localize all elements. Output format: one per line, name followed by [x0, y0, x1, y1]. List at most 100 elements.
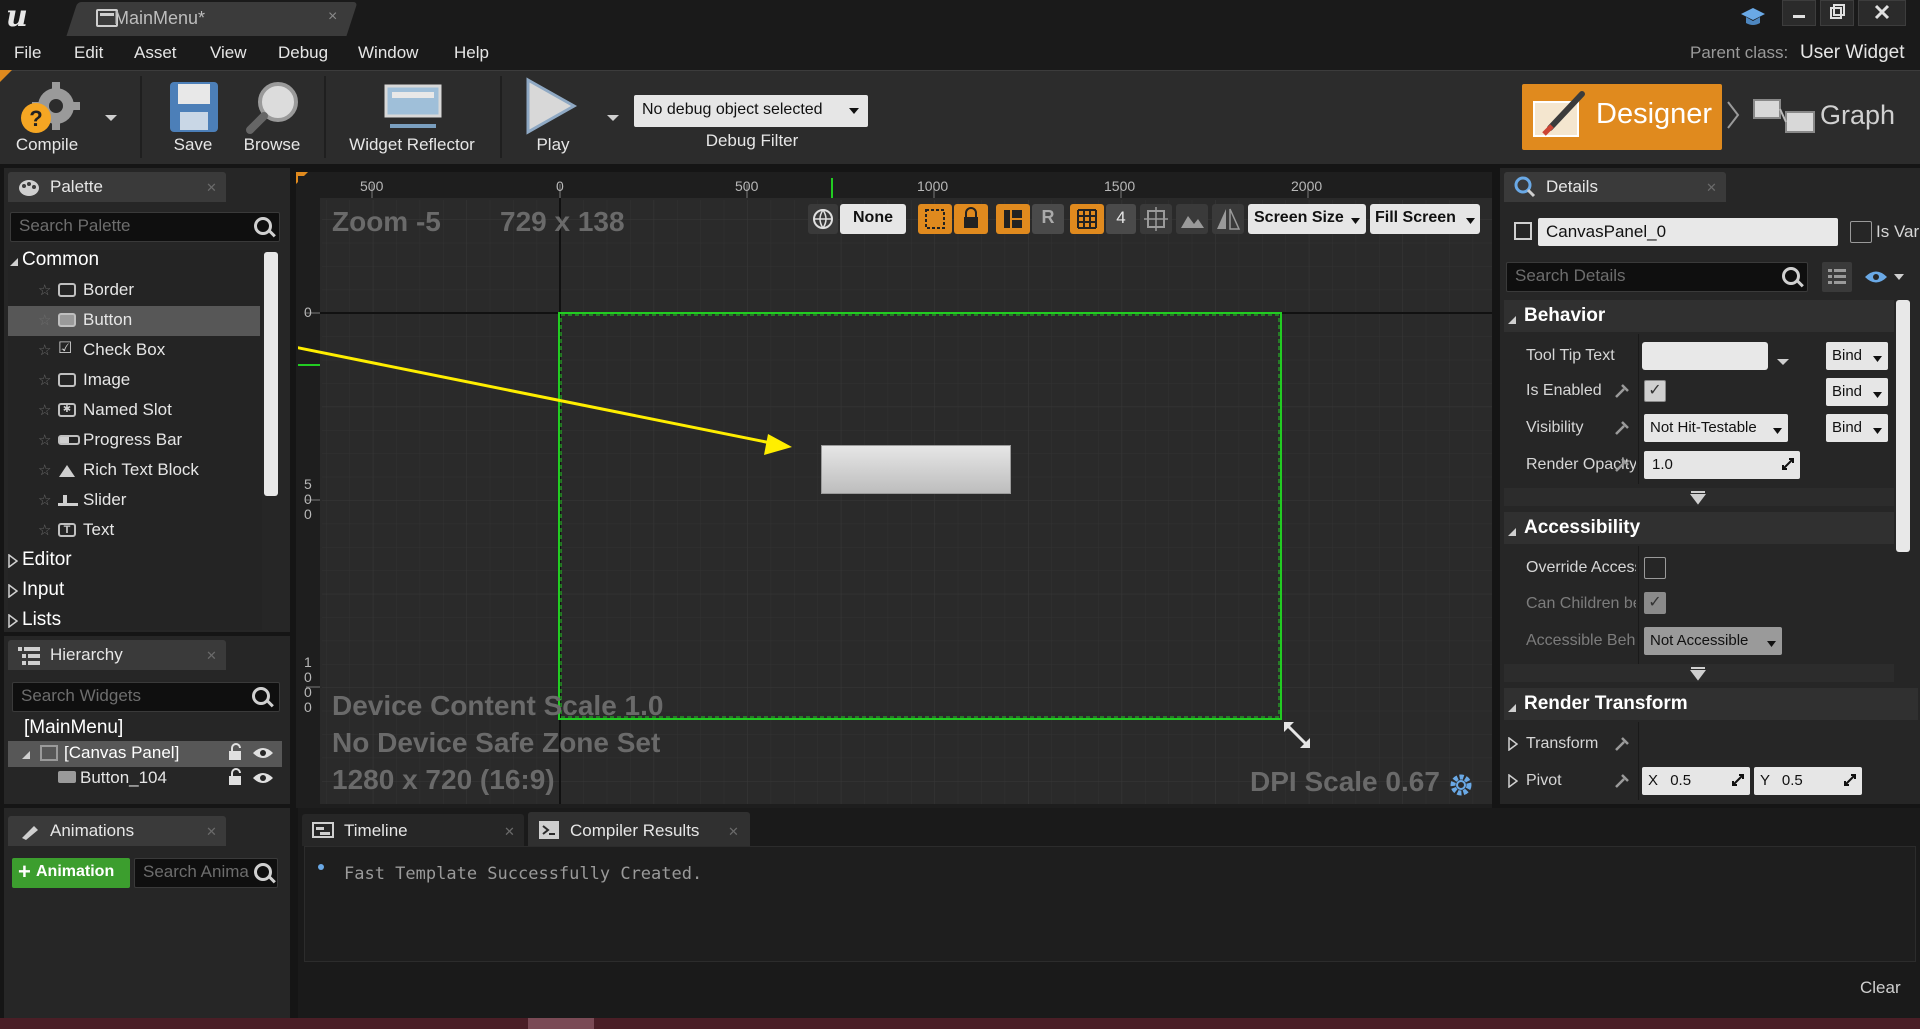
lock-toggle-button[interactable] [954, 204, 988, 234]
search-icon[interactable] [1782, 267, 1800, 285]
minimize-button[interactable] [1782, 0, 1816, 26]
world-space-button[interactable] [808, 204, 838, 234]
compile-label[interactable]: Compile [12, 135, 82, 155]
favorite-star-icon[interactable]: ☆ [38, 431, 51, 449]
none-toggle-button[interactable]: None [840, 204, 906, 234]
menu-window[interactable]: Window [358, 43, 418, 63]
background-button[interactable] [1176, 204, 1208, 234]
play-options-chevron-icon[interactable] [606, 108, 620, 128]
graph-mode-button[interactable]: Graph [1820, 100, 1895, 131]
palette-close-icon[interactable]: ✕ [206, 180, 217, 196]
menu-asset[interactable]: Asset [134, 43, 177, 63]
expanded-arrow-icon[interactable] [8, 253, 20, 273]
outline-toggle-button[interactable] [918, 204, 952, 234]
palette-item-slider[interactable]: ☆ Slider [8, 486, 260, 516]
visibility-select[interactable]: Not Hit-Testable [1644, 414, 1788, 442]
menu-debug[interactable]: Debug [278, 43, 328, 63]
compiler-results-close-icon[interactable]: ✕ [728, 824, 739, 840]
menu-file[interactable]: File [14, 43, 41, 63]
tool-tip-options-chevron-icon[interactable] [1776, 352, 1790, 372]
learn-icon[interactable] [1740, 6, 1766, 28]
grid-size-select[interactable]: 4 [1106, 204, 1136, 234]
animations-close-icon[interactable]: ✕ [206, 824, 217, 840]
respect-locks-toggle-button[interactable] [996, 204, 1030, 234]
flip-button[interactable] [1212, 204, 1244, 234]
timeline-close-icon[interactable]: ✕ [504, 824, 515, 840]
override-access-checkbox[interactable] [1644, 557, 1666, 579]
is-variable-checkbox[interactable] [1850, 221, 1872, 243]
clear-button[interactable]: Clear [1860, 978, 1901, 998]
collapsed-arrow-icon[interactable] [8, 553, 19, 573]
palette-item-text[interactable]: ☆ T Text [8, 516, 260, 546]
resize-handle-icon[interactable] [1282, 720, 1312, 755]
hierarchy-button-label[interactable]: Button_104 [80, 768, 167, 788]
details-tab[interactable] [1504, 172, 1726, 202]
is-enabled-bind-button[interactable]: Bind [1826, 378, 1888, 406]
palette-category-common[interactable]: Common [22, 249, 99, 271]
save-button[interactable] [168, 80, 220, 134]
hierarchy-root[interactable]: [MainMenu] [24, 717, 123, 739]
hierarchy-search-input[interactable]: Search Widgets [12, 682, 280, 712]
pivot-y-input[interactable]: Y 0.5 [1754, 767, 1862, 795]
unlock-icon[interactable] [226, 768, 244, 791]
maximize-button[interactable] [1820, 0, 1854, 26]
expand-advanced-chevron-icon[interactable] [1690, 490, 1706, 510]
palette-tab[interactable] [8, 172, 226, 202]
widget-name-input[interactable]: CanvasPanel_0 [1538, 218, 1838, 246]
favorite-star-icon[interactable]: ☆ [38, 491, 51, 509]
document-tab-title[interactable]: MainMenu* [114, 8, 205, 29]
save-label[interactable]: Save [160, 135, 226, 155]
palette-item-button[interactable]: ☆ Button [8, 306, 260, 336]
dpi-settings-gear-icon[interactable] [1448, 772, 1474, 803]
visibility-eye-icon[interactable] [252, 770, 274, 790]
widget-reflector-button[interactable] [382, 82, 444, 130]
palette-category-editor[interactable]: Editor [22, 549, 72, 571]
fit-button[interactable] [1140, 204, 1172, 234]
pivot-x-input[interactable]: X 0.5 [1642, 767, 1750, 795]
expanded-arrow-icon[interactable] [1506, 311, 1518, 331]
palette-item-image[interactable]: ☆ Image [8, 366, 260, 396]
property-matrix-button[interactable] [1822, 262, 1852, 292]
designer-label[interactable]: Designer [1596, 98, 1712, 131]
palette-scrollbar[interactable] [264, 252, 278, 496]
tool-tip-text-input[interactable] [1642, 342, 1768, 370]
menu-edit[interactable]: Edit [74, 43, 103, 63]
menu-view[interactable]: View [210, 43, 247, 63]
screen-size-select[interactable]: Screen Size [1248, 204, 1366, 234]
render-opacity-input[interactable]: 1.0 [1644, 451, 1800, 479]
collapsed-arrow-icon[interactable] [8, 613, 19, 633]
tool-tip-bind-button[interactable]: Bind [1826, 342, 1888, 370]
favorite-star-icon[interactable]: ☆ [38, 461, 51, 479]
favorite-star-icon[interactable]: ☆ [38, 281, 51, 299]
collapsed-arrow-icon[interactable] [8, 583, 19, 603]
collapsed-arrow-icon[interactable] [1508, 773, 1519, 793]
palette-item-border[interactable]: ☆ Border [8, 276, 260, 306]
play-button[interactable] [522, 76, 578, 136]
debug-object-select[interactable]: No debug object selected [634, 95, 868, 127]
browse-button[interactable] [244, 78, 304, 136]
palette-category-input[interactable]: Input [22, 579, 64, 601]
collapsed-arrow-icon[interactable] [1508, 736, 1519, 756]
favorite-star-icon[interactable]: ☆ [38, 341, 51, 359]
palette-item-check-box[interactable]: ☆ ☑ Check Box [8, 336, 260, 366]
search-icon[interactable] [254, 863, 272, 881]
grid-snap-toggle-button[interactable] [1070, 204, 1104, 234]
is-enabled-checkbox[interactable]: ✓ [1644, 380, 1666, 402]
favorite-star-icon[interactable]: ☆ [38, 401, 51, 419]
details-close-icon[interactable]: ✕ [1706, 180, 1717, 196]
palette-item-progress-bar[interactable]: ☆ Progress Bar [8, 426, 260, 456]
hierarchy-close-icon[interactable]: ✕ [206, 648, 217, 664]
compile-button[interactable]: ? [12, 76, 82, 140]
expanded-arrow-icon[interactable] [20, 746, 32, 766]
document-tab-close-icon[interactable]: × [328, 8, 337, 26]
expanded-arrow-icon[interactable] [1506, 523, 1518, 543]
expand-advanced-chevron-icon[interactable] [1690, 666, 1706, 686]
details-scrollbar[interactable] [1896, 300, 1910, 552]
search-icon[interactable] [254, 217, 272, 235]
favorite-star-icon[interactable]: ☆ [38, 521, 51, 539]
transform-label[interactable]: Transform [1526, 735, 1598, 753]
palette-item-named-slot[interactable]: ☆ ✱ Named Slot [8, 396, 260, 426]
fill-screen-select[interactable]: Fill Screen [1370, 204, 1480, 234]
palette-item-rich-text-block[interactable]: ☆ Rich Text Block [8, 456, 260, 486]
compile-options-chevron-icon[interactable] [104, 108, 118, 128]
